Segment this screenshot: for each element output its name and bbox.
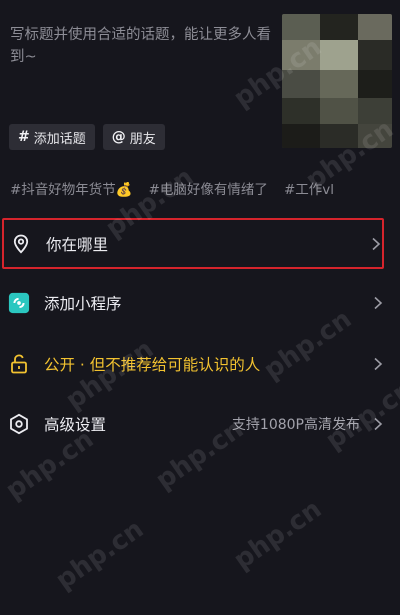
topic-suggestion[interactable]: #抖音好物年货节💰 [10, 178, 133, 198]
watermark: php.cn [50, 514, 150, 596]
caption-input[interactable]: 写标题并使用合适的话题，能让更多人看到~ [10, 24, 275, 68]
video-cover-thumbnail[interactable] [282, 14, 392, 148]
chevron-right-icon [374, 296, 383, 310]
mini-program-icon [8, 292, 30, 314]
mention-friend-label: 朋友 [129, 131, 156, 147]
mention-friend-button[interactable]: @ 朋友 [102, 124, 165, 150]
privacy-label: 公开 · 但不推荐给可能认识的人 [44, 356, 261, 374]
watermark: php.cn [228, 494, 328, 576]
hashtag-icon: # [18, 129, 30, 145]
chevron-right-icon [374, 417, 383, 431]
at-icon: @ [111, 129, 126, 145]
caption-area[interactable]: 写标题并使用合适的话题，能让更多人看到~ [0, 0, 400, 148]
advanced-settings-row[interactable]: 高级设置 支持1080P高清发布 [0, 396, 400, 452]
add-topic-label: 添加话题 [33, 131, 86, 147]
advanced-settings-label: 高级设置 [44, 416, 107, 434]
unlock-icon [8, 353, 30, 375]
location-pin-icon [10, 233, 32, 255]
topic-suggestion[interactable]: #电脑好像有情绪了 [149, 178, 268, 198]
add-topic-button[interactable]: # 添加话题 [9, 124, 95, 150]
caption-toolbar: # 添加话题 @ 朋友 [9, 124, 165, 150]
hd-upload-hint: 支持1080P高清发布 [231, 417, 360, 433]
settings-icon [8, 413, 30, 435]
privacy-row[interactable]: 公开 · 但不推荐给可能认识的人 [0, 336, 400, 392]
add-mini-program-row[interactable]: 添加小程序 [0, 275, 400, 331]
location-row[interactable]: 你在哪里 [2, 218, 384, 269]
chevron-right-icon [374, 357, 383, 371]
suggested-topics: #抖音好物年货节💰 #电脑好像有情绪了 #工作vl [10, 178, 400, 198]
topic-suggestion[interactable]: #工作vl [284, 178, 334, 198]
location-label: 你在哪里 [46, 235, 109, 254]
add-mini-program-label: 添加小程序 [44, 295, 122, 313]
chevron-right-icon [372, 237, 381, 250]
